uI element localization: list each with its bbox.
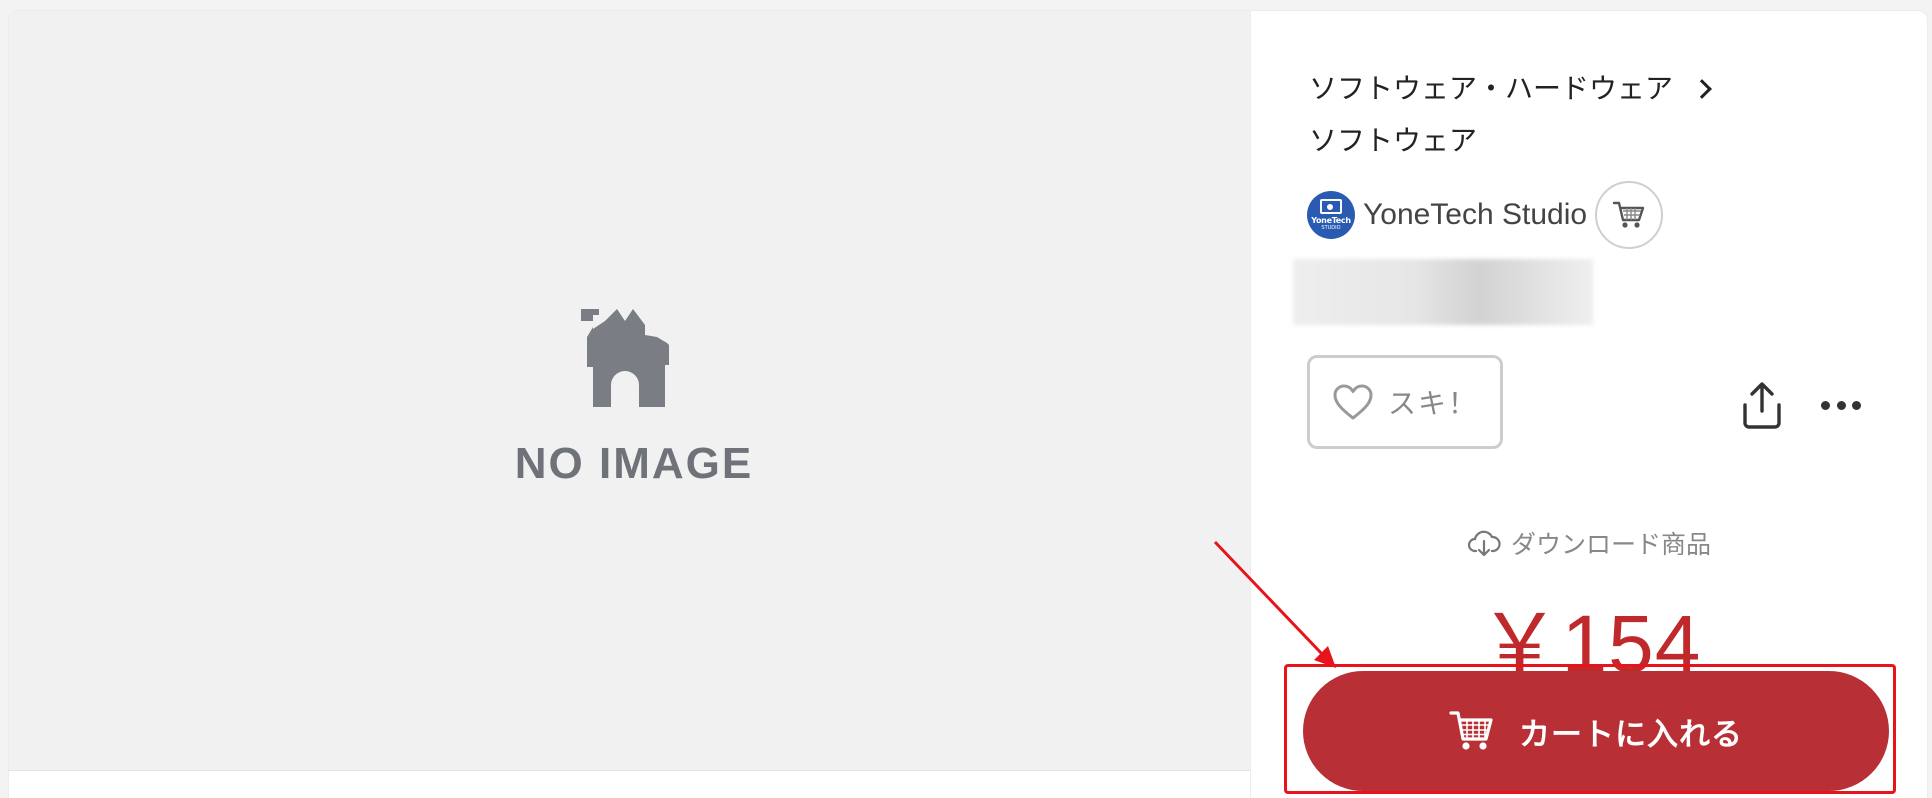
add-to-cart-button[interactable]: カートに入れる bbox=[1303, 671, 1889, 791]
product-image-placeholder: NO IMAGE bbox=[9, 11, 1250, 770]
shop-cart-icon bbox=[1612, 201, 1645, 228]
no-image-label: NO IMAGE bbox=[514, 439, 754, 488]
shop-cart-button[interactable] bbox=[1595, 181, 1664, 249]
shop-name-link[interactable]: YoneTech Studio bbox=[1363, 198, 1587, 232]
dot-icon bbox=[1852, 400, 1861, 410]
cloud-download-icon bbox=[1467, 530, 1501, 557]
product-info-panel: ソフトウェア・ハードウェア ソフトウェア YoneTech STUDIO Yon… bbox=[1251, 11, 1927, 798]
share-button[interactable] bbox=[1739, 381, 1785, 431]
cart-icon bbox=[1449, 711, 1493, 750]
heart-icon bbox=[1333, 384, 1373, 420]
chevron-right-icon bbox=[1692, 79, 1712, 99]
blurred-content bbox=[1293, 259, 1593, 325]
product-type-label: ダウンロード商品 bbox=[1511, 530, 1712, 559]
breadcrumb-subcategory-link[interactable]: ソフトウェア bbox=[1309, 115, 1477, 167]
image-pane-footer bbox=[9, 770, 1250, 798]
product-card: NO IMAGE ソフトウェア・ハードウェア ソフトウェア YoneTech S… bbox=[8, 10, 1928, 798]
more-options-button[interactable] bbox=[1821, 397, 1861, 413]
house-logo-icon bbox=[581, 309, 669, 407]
like-button[interactable]: スキ！ bbox=[1307, 355, 1503, 449]
shop-info: YoneTech STUDIO YoneTech Studio bbox=[1307, 181, 1664, 249]
avatar-text: YoneTech bbox=[1311, 216, 1351, 225]
add-to-cart-label: カートに入れる bbox=[1519, 716, 1743, 753]
dot-icon bbox=[1821, 400, 1830, 410]
like-label: スキ！ bbox=[1387, 387, 1478, 420]
share-icon bbox=[1743, 382, 1781, 429]
breadcrumb-category-link[interactable]: ソフトウェア・ハードウェア bbox=[1309, 63, 1673, 115]
breadcrumb: ソフトウェア・ハードウェア ソフトウェア bbox=[1309, 63, 1712, 167]
avatar-subtext: STUDIO bbox=[1321, 225, 1341, 231]
dot-icon bbox=[1836, 400, 1846, 410]
monitor-icon bbox=[1320, 199, 1342, 214]
product-type: ダウンロード商品 bbox=[1467, 525, 1711, 561]
shop-avatar[interactable]: YoneTech STUDIO bbox=[1307, 191, 1355, 239]
